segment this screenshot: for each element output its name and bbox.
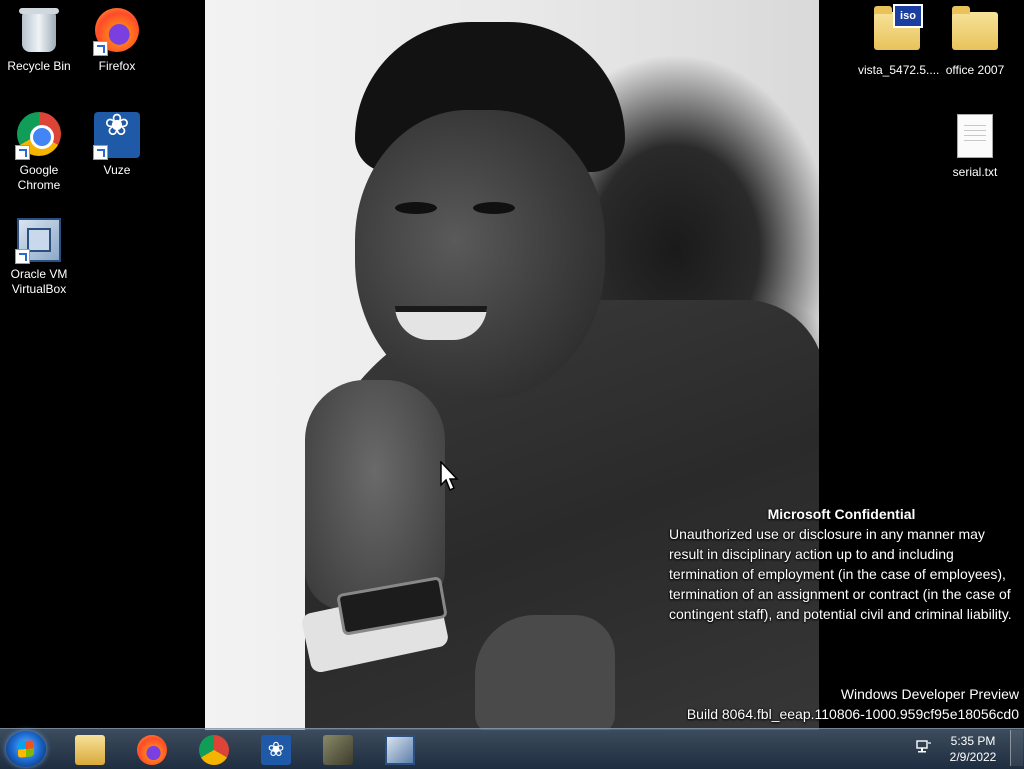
iso-folder-icon: iso	[873, 4, 923, 60]
wallpaper-hand-lower	[475, 615, 615, 730]
file-explorer-icon	[75, 735, 105, 765]
desktop-icon-serial-txt[interactable]: serial.txt	[936, 112, 1014, 180]
desktop-icon-vista-iso[interactable]: iso vista_5472.5....	[858, 4, 940, 78]
desktop-icon-label: Firefox	[98, 59, 136, 73]
taskbar: ❀	[0, 728, 1024, 769]
virtualbox-icon	[15, 216, 63, 264]
start-button[interactable]	[6, 731, 46, 767]
build-label: Build 8064.fbl_eeap.110806-1000.959cf95e…	[686, 706, 1019, 722]
show-desktop-button[interactable]	[1010, 730, 1023, 766]
desktop-icon-firefox[interactable]: Firefox	[78, 8, 156, 74]
chrome-icon	[15, 112, 63, 160]
desktop-icon-chrome[interactable]: Google Chrome	[0, 112, 78, 193]
taskbar-item-chrome[interactable]	[186, 731, 240, 767]
vuze-icon	[93, 112, 141, 160]
desktop-icon-virtualbox[interactable]: Oracle VM VirtualBox	[0, 216, 78, 297]
confidential-title: Microsoft Confidential	[767, 506, 916, 522]
desktop-icon-office-2007[interactable]: office 2007	[936, 6, 1014, 78]
firefox-icon	[93, 8, 141, 56]
wallpaper-eye	[473, 202, 515, 214]
clock-time: 5:35 PM	[950, 734, 996, 748]
desktop-icon-label: Recycle Bin	[7, 59, 71, 73]
taskbar-item-file-explorer[interactable]	[62, 731, 116, 767]
folder-icon	[951, 6, 999, 60]
wallpaper-hand	[305, 380, 445, 610]
desktop-icon-label: Oracle VM VirtualBox	[10, 267, 68, 296]
edition-label: Windows Developer Preview	[840, 686, 1019, 702]
mouse-cursor-icon	[440, 461, 459, 492]
taskbar-item-vuze[interactable]: ❀	[248, 731, 302, 767]
shortcut-arrow-icon	[15, 249, 30, 264]
wallpaper-eye	[395, 202, 437, 214]
desktop-icon-recycle-bin[interactable]: Recycle Bin	[0, 8, 78, 74]
recycle-bin-icon	[15, 8, 63, 56]
virtualbox-icon	[385, 735, 415, 765]
desktop-icon-label: vista_5472.5....	[858, 63, 940, 77]
shortcut-arrow-icon	[93, 145, 108, 160]
shortcut-arrow-icon	[15, 145, 30, 160]
build-watermark: Windows Developer Preview Build 8064.fbl…	[687, 684, 1019, 724]
desktop-icon-label: office 2007	[945, 63, 1005, 77]
desktop-icon-vuze[interactable]: Vuze	[78, 112, 156, 178]
firefox-icon	[137, 735, 167, 765]
desktop-icon-label: serial.txt	[952, 165, 998, 179]
taskbar-clock[interactable]: 5:35 PM 2/9/2022	[944, 733, 1002, 765]
desktop-icon-label: Vuze	[103, 163, 131, 177]
tool-icon	[323, 735, 353, 765]
shortcut-arrow-icon	[93, 41, 108, 56]
taskbar-item-virtualbox[interactable]	[372, 731, 426, 767]
confidential-body: Unauthorized use or disclosure in any ma…	[669, 526, 1012, 622]
iso-badge: iso	[893, 4, 923, 28]
taskbar-item-tool[interactable]	[310, 731, 364, 767]
network-icon[interactable]	[916, 740, 932, 754]
desktop-icon-label: Google Chrome	[17, 163, 61, 192]
confidential-notice: Microsoft Confidential Unauthorized use …	[669, 504, 1014, 624]
wallpaper-face	[355, 110, 605, 400]
vuze-icon: ❀	[261, 735, 291, 765]
text-file-icon	[951, 114, 999, 162]
chrome-icon	[199, 735, 229, 765]
taskbar-item-firefox[interactable]	[124, 731, 178, 767]
clock-date: 2/9/2022	[949, 750, 997, 764]
